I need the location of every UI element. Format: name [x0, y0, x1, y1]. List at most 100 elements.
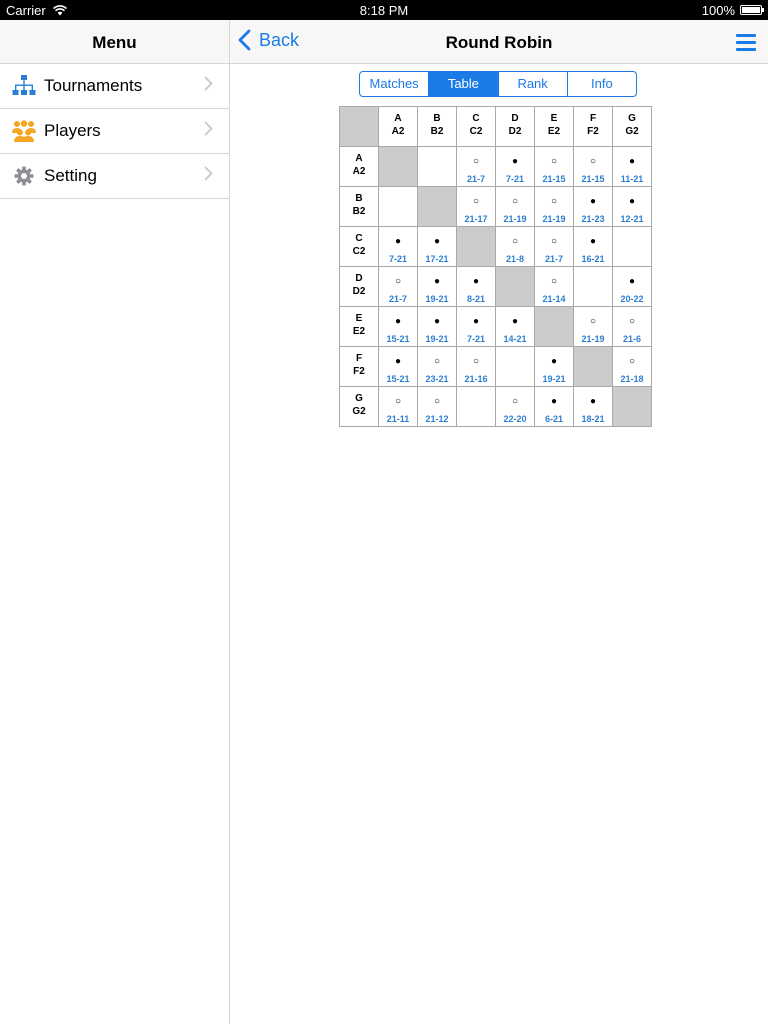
chevron-right-icon — [204, 121, 213, 141]
loss-dot-icon: ● — [472, 316, 480, 327]
row-header-cell: E E2 — [339, 306, 379, 347]
match-score: 19-21 — [542, 374, 566, 384]
segment-table[interactable]: Table — [428, 72, 498, 96]
loss-dot-icon: ● — [628, 156, 636, 167]
match-cell[interactable]: ● 19-21 — [534, 346, 574, 387]
match-cell[interactable]: ● 19-21 — [417, 306, 457, 347]
match-score: 11-21 — [620, 174, 644, 184]
match-cell[interactable]: ● 14-21 — [495, 306, 535, 347]
match-cell[interactable]: ● 18-21 — [573, 386, 613, 427]
player-group-label: C — [472, 113, 480, 124]
match-cell[interactable]: ○ 21-19 — [534, 186, 574, 227]
match-score: 21-19 — [581, 334, 605, 344]
match-cell[interactable]: ○ 21-16 — [456, 346, 496, 387]
loss-dot-icon: ● — [628, 196, 636, 207]
match-cell[interactable]: ○ 21-7 — [534, 226, 574, 267]
match-score: 21-23 — [581, 214, 605, 224]
match-cell[interactable]: ○ 21-15 — [573, 146, 613, 187]
match-cell[interactable]: ● 7-21 — [456, 306, 496, 347]
table-row: A A2 ○ 21-7 ● 7-21 ○ 21-15 ○ 21-15 ● 11-21 — [339, 146, 652, 187]
match-score: 15-21 — [386, 334, 410, 344]
match-cell[interactable]: ○ 21-6 — [612, 306, 652, 347]
match-score: 21-7 — [466, 174, 485, 184]
match-cell[interactable]: ○ 21-19 — [495, 186, 535, 227]
player-group-label: F — [589, 113, 597, 124]
player-name-label: D2 — [352, 286, 366, 297]
match-cell[interactable]: ○ 21-14 — [534, 266, 574, 307]
match-cell[interactable]: ○ 21-12 — [417, 386, 457, 427]
match-cell[interactable]: ● 12-21 — [612, 186, 652, 227]
match-cell[interactable]: ● 21-23 — [573, 186, 613, 227]
player-name-label: G2 — [625, 126, 639, 137]
round-robin-table: A A2 B B2 C C2 D D2 E E2 F F2 G G2 A A2 ○ 21-7 ● 7-21 ○ 21-15… — [339, 106, 652, 427]
table-header-row: A A2 B B2 C C2 D D2 E E2 F F2 G G2 — [339, 106, 652, 147]
match-cell[interactable] — [612, 226, 652, 267]
match-cell[interactable] — [456, 386, 496, 427]
player-name-label: E2 — [352, 326, 366, 337]
match-cell[interactable]: ○ 21-17 — [456, 186, 496, 227]
player-name-label: F2 — [353, 366, 365, 377]
match-cell[interactable]: ● 16-21 — [573, 226, 613, 267]
match-cell[interactable]: ● 19-21 — [417, 266, 457, 307]
match-score: 19-21 — [425, 294, 449, 304]
loss-dot-icon: ● — [394, 356, 402, 367]
match-cell[interactable] — [417, 146, 457, 187]
main-nav-bar: Back Round Robin — [230, 20, 768, 64]
player-name-label: G2 — [352, 406, 366, 417]
player-group-label: E — [550, 113, 558, 124]
table-row: G G2 ○ 21-11 ○ 21-12 ○ 22-20 ● 6-21 ● 18-21 — [339, 386, 652, 427]
player-group-label: D — [511, 113, 519, 124]
view-segmented-control: Matches Table Rank Info — [359, 71, 637, 97]
match-cell[interactable]: ● 11-21 — [612, 146, 652, 187]
tournament-bracket-icon — [12, 75, 36, 97]
match-cell[interactable]: ○ 21-7 — [456, 146, 496, 187]
match-cell[interactable]: ● 6-21 — [534, 386, 574, 427]
win-circle-icon: ○ — [628, 316, 636, 327]
sidebar-item-setting[interactable]: Setting — [0, 154, 229, 199]
match-cell[interactable]: ● 15-21 — [378, 306, 418, 347]
match-score: 21-6 — [622, 334, 641, 344]
match-cell[interactable]: ● 15-21 — [378, 346, 418, 387]
match-score: 21-19 — [542, 214, 566, 224]
match-cell[interactable] — [495, 346, 535, 387]
segment-matches[interactable]: Matches — [360, 72, 428, 96]
match-cell[interactable]: ● 17-21 — [417, 226, 457, 267]
sidebar-item-tournaments[interactable]: Tournaments — [0, 64, 229, 109]
match-cell[interactable]: ○ 21-15 — [534, 146, 574, 187]
win-circle-icon: ○ — [472, 156, 480, 167]
match-cell[interactable] — [378, 186, 418, 227]
match-cell[interactable]: ● 8-21 — [456, 266, 496, 307]
sidebar-item-label: Tournaments — [44, 76, 143, 95]
match-score: 7-21 — [505, 174, 524, 184]
segment-rank[interactable]: Rank — [497, 72, 567, 96]
win-circle-icon: ○ — [433, 396, 441, 407]
match-cell[interactable]: ● 20-22 — [612, 266, 652, 307]
match-cell[interactable]: ○ 23-21 — [417, 346, 457, 387]
loss-dot-icon: ● — [472, 276, 480, 287]
player-group-label: C — [355, 233, 363, 244]
match-cell[interactable]: ● 7-21 — [495, 146, 535, 187]
match-cell[interactable]: ○ 21-18 — [612, 346, 652, 387]
table-row: F F2 ● 15-21 ○ 23-21 ○ 21-16 ● 19-21 ○ 21-18 — [339, 346, 652, 387]
match-cell[interactable]: ● 7-21 — [378, 226, 418, 267]
match-cell[interactable]: ○ 21-19 — [573, 306, 613, 347]
player-name-label: C2 — [469, 126, 483, 137]
loss-dot-icon: ● — [550, 396, 558, 407]
match-cell[interactable] — [573, 266, 613, 307]
segment-info[interactable]: Info — [566, 72, 636, 96]
sidebar-item-players[interactable]: Players — [0, 109, 229, 154]
match-score: 21-8 — [505, 254, 524, 264]
match-score: 21-15 — [542, 174, 566, 184]
player-name-label: B2 — [352, 206, 366, 217]
column-header-cell: D D2 — [495, 106, 535, 147]
corner-cell — [339, 106, 379, 147]
match-score: 21-12 — [425, 414, 449, 424]
row-header-cell: F F2 — [339, 346, 379, 387]
match-cell[interactable]: ○ 21-7 — [378, 266, 418, 307]
player-name-label: B2 — [430, 126, 444, 137]
match-cell[interactable]: ○ 21-8 — [495, 226, 535, 267]
row-header-cell: A A2 — [339, 146, 379, 187]
match-cell[interactable]: ○ 21-11 — [378, 386, 418, 427]
match-cell[interactable]: ○ 22-20 — [495, 386, 535, 427]
menu-hamburger-icon[interactable] — [736, 34, 756, 56]
